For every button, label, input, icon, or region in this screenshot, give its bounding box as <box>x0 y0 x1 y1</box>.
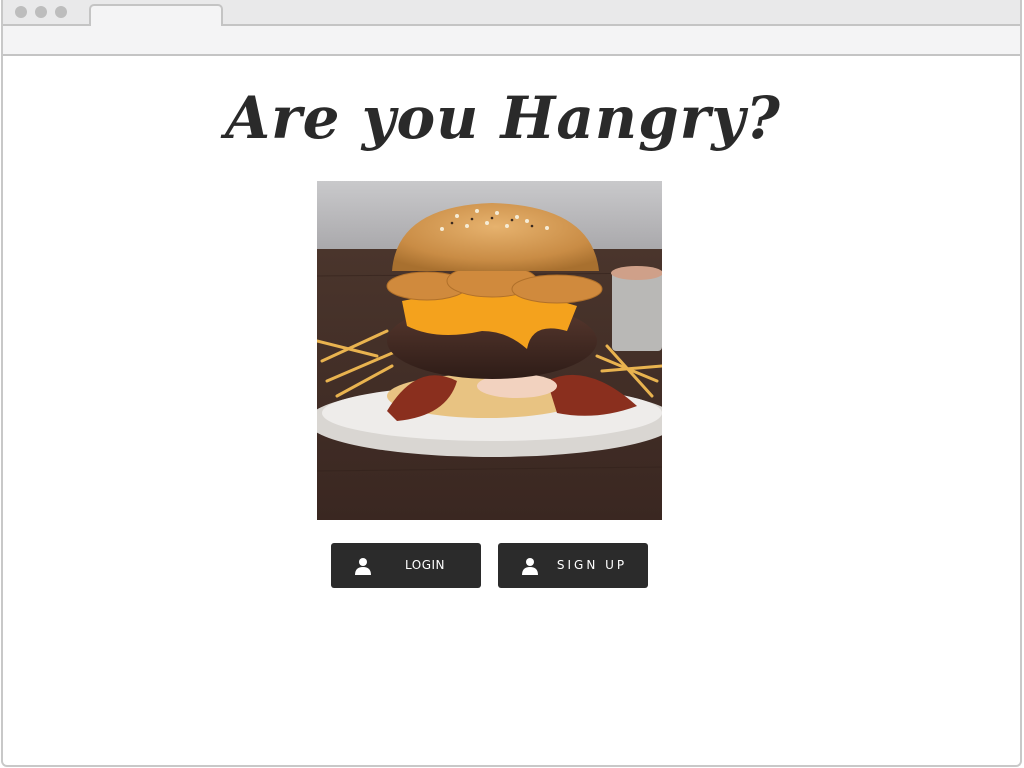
login-button-label: LOGIN <box>404 558 446 572</box>
page-title: Are you Hangry? <box>225 84 781 152</box>
burger-photo <box>317 181 662 520</box>
page-content: Are you Hangry? LOGIN SIGN UP <box>3 56 1020 765</box>
window-close-dot[interactable] <box>15 6 27 18</box>
window-minimize-dot[interactable] <box>35 6 47 18</box>
signup-button[interactable]: SIGN UP <box>498 543 648 588</box>
browser-tab[interactable] <box>89 4 223 28</box>
browser-toolbar <box>3 26 1020 56</box>
window-maximize-dot[interactable] <box>55 6 67 18</box>
user-icon <box>522 558 538 575</box>
browser-window: Are you Hangry? LOGIN SIGN UP <box>1 0 1022 767</box>
user-icon <box>355 558 371 575</box>
browser-titlebar <box>3 0 1020 28</box>
login-button[interactable]: LOGIN <box>331 543 481 588</box>
signup-button-label: SIGN UP <box>556 558 628 572</box>
